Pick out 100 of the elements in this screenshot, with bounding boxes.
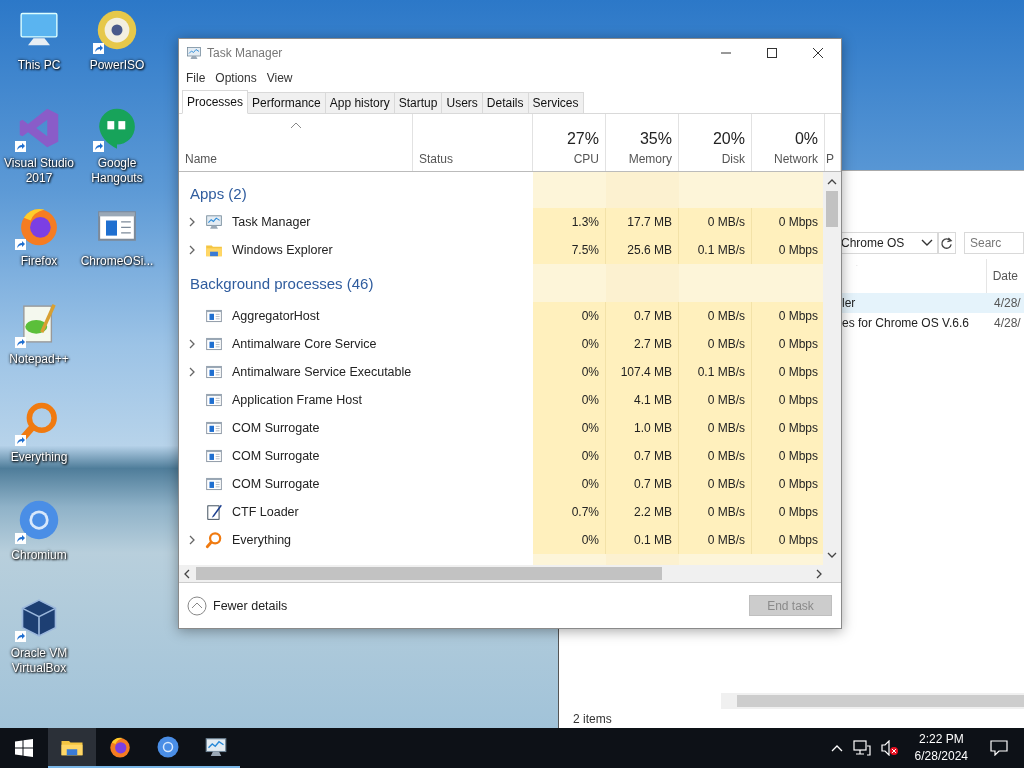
scroll-right-icon [816,568,823,579]
memory-cell: 2.2 MB [606,498,679,526]
tab[interactable]: Details [481,92,529,113]
column-header[interactable]: P [825,114,841,171]
network-cell: 0 Mbps [752,208,824,236]
taskbar-app-button[interactable] [48,728,96,768]
window-icon [205,475,223,493]
menu-item[interactable]: Options [210,71,262,85]
window-title: Task Manager [207,46,283,60]
vertical-scrollbar[interactable] [823,172,841,565]
chromium-icon [17,498,61,542]
disk-cell: 0 MB/s [679,470,752,498]
tab[interactable]: Processes [182,90,249,114]
file-row[interactable]: ler 4/28/ [842,293,1024,313]
column-header[interactable]: 27% CPU [533,114,606,171]
cpu-cell: 0% [533,358,606,386]
menu-item[interactable]: File [181,71,211,85]
horizontal-scrollbar[interactable] [721,693,1024,709]
memory-cell: 2.7 MB [606,330,679,358]
notification-icon[interactable] [990,740,1008,756]
network-cell: 0 Mbps [752,498,824,526]
clock-button[interactable]: 2:22 PM 6/28/2024 [908,731,974,765]
cpu-cell: 7.5% [533,236,606,264]
scroll-down-icon [827,552,837,559]
horizontal-scrollbar[interactable] [179,565,841,583]
chevron-up-icon[interactable] [830,744,843,752]
column-header[interactable]: 35% Memory [606,114,679,171]
scroll-thumb[interactable] [826,191,838,227]
scroll-thumb[interactable] [737,695,1024,707]
desktop-icon-label[interactable]: This PC [1,58,77,73]
network-cell: 0 Mbps [752,330,824,358]
memory-cell: 0.7 MB [606,442,679,470]
network-icon[interactable] [852,740,871,756]
disk-cell: 0 MB/s [679,386,752,414]
process-name[interactable]: AggregatorHost [232,309,320,323]
cpu-cell: 0% [533,442,606,470]
magnifier-icon [205,531,223,549]
column-header[interactable]: 0% Network [752,114,825,171]
expand-chevron-icon[interactable] [188,217,196,227]
disk-cell: 0 MB/s [679,498,752,526]
process-name[interactable]: Antimalware Service Executable [232,365,412,379]
monitor-chart-icon [205,213,223,231]
expand-chevron-icon[interactable] [188,367,196,377]
disk-cell: 0.1 MB/s [679,236,752,264]
cpu-cell: 0% [533,526,606,554]
tab[interactable]: Users [441,92,483,113]
fewer-details-button[interactable]: Fewer details [187,595,288,616]
disk-cell: 0 MB/s [679,526,752,554]
column-header[interactable]: Name [179,114,413,171]
chevron-up-circle-icon [187,595,207,616]
status-text: 2 items [572,711,613,728]
disk-cell: 0 MB/s [679,208,752,236]
cpu-cell: 0.7% [533,498,606,526]
group-heading: Background processes (46) [190,274,374,292]
process-name[interactable]: Task Manager [232,215,311,229]
search-field[interactable]: Searc [964,232,1024,254]
process-name[interactable]: Windows Explorer [232,243,333,257]
cpu-cell: 1.3% [533,208,606,236]
tab[interactable]: Performance [247,92,326,113]
disk-cell: 0 MB/s [679,302,752,330]
network-cell: 0 Mbps [752,470,824,498]
maximize-icon [767,48,777,58]
tab[interactable]: Startup [393,92,443,113]
monitor-chart-icon [204,735,228,759]
network-cell: 0 Mbps [752,526,824,554]
speaker-muted-icon[interactable] [880,740,899,756]
process-name[interactable]: COM Surrogate [232,421,320,435]
process-name[interactable]: CTF Loader [232,505,299,519]
network-cell: 0 Mbps [752,386,824,414]
window-icon [205,447,223,465]
process-name[interactable]: Everything [232,533,292,547]
expand-chevron-icon[interactable] [188,535,196,545]
cpu-cell: 0% [533,470,606,498]
window-icon [205,335,223,353]
process-name[interactable]: COM Surrogate [232,477,320,491]
expand-chevron-icon[interactable] [188,245,196,255]
windows-logo-icon [15,739,33,757]
memory-cell: 4.1 MB [606,386,679,414]
disk-cell: 0.1 MB/s [679,358,752,386]
desktop-icon-label[interactable]: PowerISO [79,58,155,73]
file-row[interactable]: es for Chrome OS V.6.6 4/28/ [842,313,1024,333]
close-icon [813,48,823,58]
cpu-cell: 0% [533,386,606,414]
tab[interactable]: App history [324,92,395,113]
chromium-icon [156,735,180,759]
memory-cell: 0.1 MB [606,526,679,554]
disk-cell: 0 MB/s [679,330,752,358]
process-name[interactable]: Application Frame Host [232,393,362,407]
process-name[interactable]: COM Surrogate [232,449,320,463]
memory-cell: 1.0 MB [606,414,679,442]
column-header[interactable]: 20% Disk [679,114,752,171]
process-name[interactable]: Antimalware Core Service [232,337,377,351]
network-cell: 0 Mbps [752,236,824,264]
window-icon [205,419,223,437]
column-header[interactable]: Status [413,114,533,171]
scroll-thumb[interactable] [196,567,662,580]
tab[interactable]: Services [527,92,584,113]
memory-cell: 25.6 MB [606,236,679,264]
menu-item[interactable]: View [261,71,298,85]
expand-chevron-icon[interactable] [188,339,196,349]
